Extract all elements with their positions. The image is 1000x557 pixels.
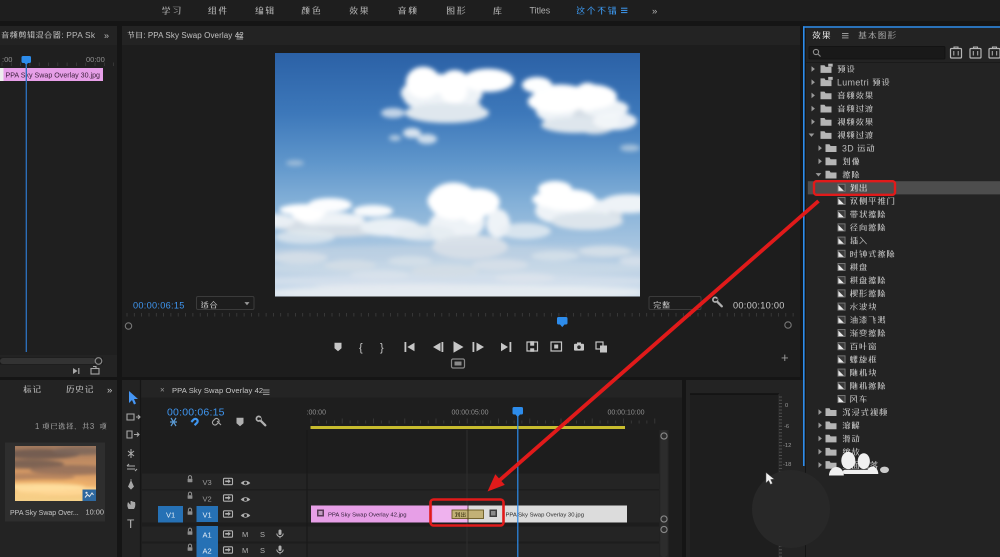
svg-text:-12: -12 — [783, 443, 791, 449]
svg-text:PPA Sky Swap Overlay 42.jpg: PPA Sky Swap Overlay 42.jpg — [328, 512, 406, 518]
svg-text:V1: V1 — [203, 511, 212, 520]
svg-text:M: M — [242, 530, 248, 539]
svg-text:{: { — [359, 342, 363, 354]
svg-text:×: × — [160, 386, 165, 395]
svg-text::00: :00 — [2, 55, 12, 64]
svg-text:3D: 3D — [842, 144, 854, 154]
svg-text:3: 3 — [90, 422, 95, 431]
svg-text:V2: V2 — [203, 495, 212, 504]
svg-text:V3: V3 — [203, 478, 212, 487]
svg-text:}: } — [380, 342, 384, 354]
svg-text:PPA Sky Swap Over...: PPA Sky Swap Over... — [10, 510, 79, 517]
svg-text:»: » — [104, 31, 109, 41]
svg-text:PPA Sky Swap Overlay 30.jpg: PPA Sky Swap Overlay 30.jpg — [6, 72, 101, 80]
svg-text:00:00:06:15: 00:00:06:15 — [133, 300, 185, 310]
svg-text:A2: A2 — [203, 547, 212, 556]
svg-text::00:00: :00:00 — [307, 410, 327, 417]
svg-text:00:00:06:15: 00:00:06:15 — [167, 407, 225, 419]
svg-text:A1: A1 — [203, 531, 212, 540]
svg-text:1: 1 — [35, 422, 40, 431]
svg-text:PPA Sky Swap Overlay 42: PPA Sky Swap Overlay 42 — [172, 386, 263, 395]
svg-text:M: M — [242, 546, 248, 555]
svg-text:00:00:05:00: 00:00:05:00 — [452, 410, 489, 417]
svg-text:-6: -6 — [784, 424, 789, 430]
svg-text:: PPA Sk: : PPA Sk — [61, 30, 96, 40]
svg-text:00:00:10:00: 00:00:10:00 — [733, 300, 785, 310]
svg-text:Titles: Titles — [530, 6, 551, 16]
svg-text:S: S — [260, 530, 265, 539]
svg-text:-18: -18 — [783, 462, 791, 468]
svg-text:Lumetri: Lumetri — [837, 78, 869, 88]
svg-text:V1: V1 — [166, 511, 175, 520]
svg-text:00:00:10:00: 00:00:10:00 — [608, 410, 645, 417]
svg-text:»: » — [652, 6, 657, 17]
svg-text:»: » — [107, 385, 112, 396]
svg-text:S: S — [260, 546, 265, 555]
svg-text:: PPA Sky Swap Overlay 42: : PPA Sky Swap Overlay 42 — [143, 31, 244, 40]
svg-text:+: + — [781, 350, 789, 365]
svg-text:10:00: 10:00 — [86, 508, 105, 517]
svg-text:T: T — [127, 517, 135, 531]
svg-text:0: 0 — [785, 403, 788, 409]
